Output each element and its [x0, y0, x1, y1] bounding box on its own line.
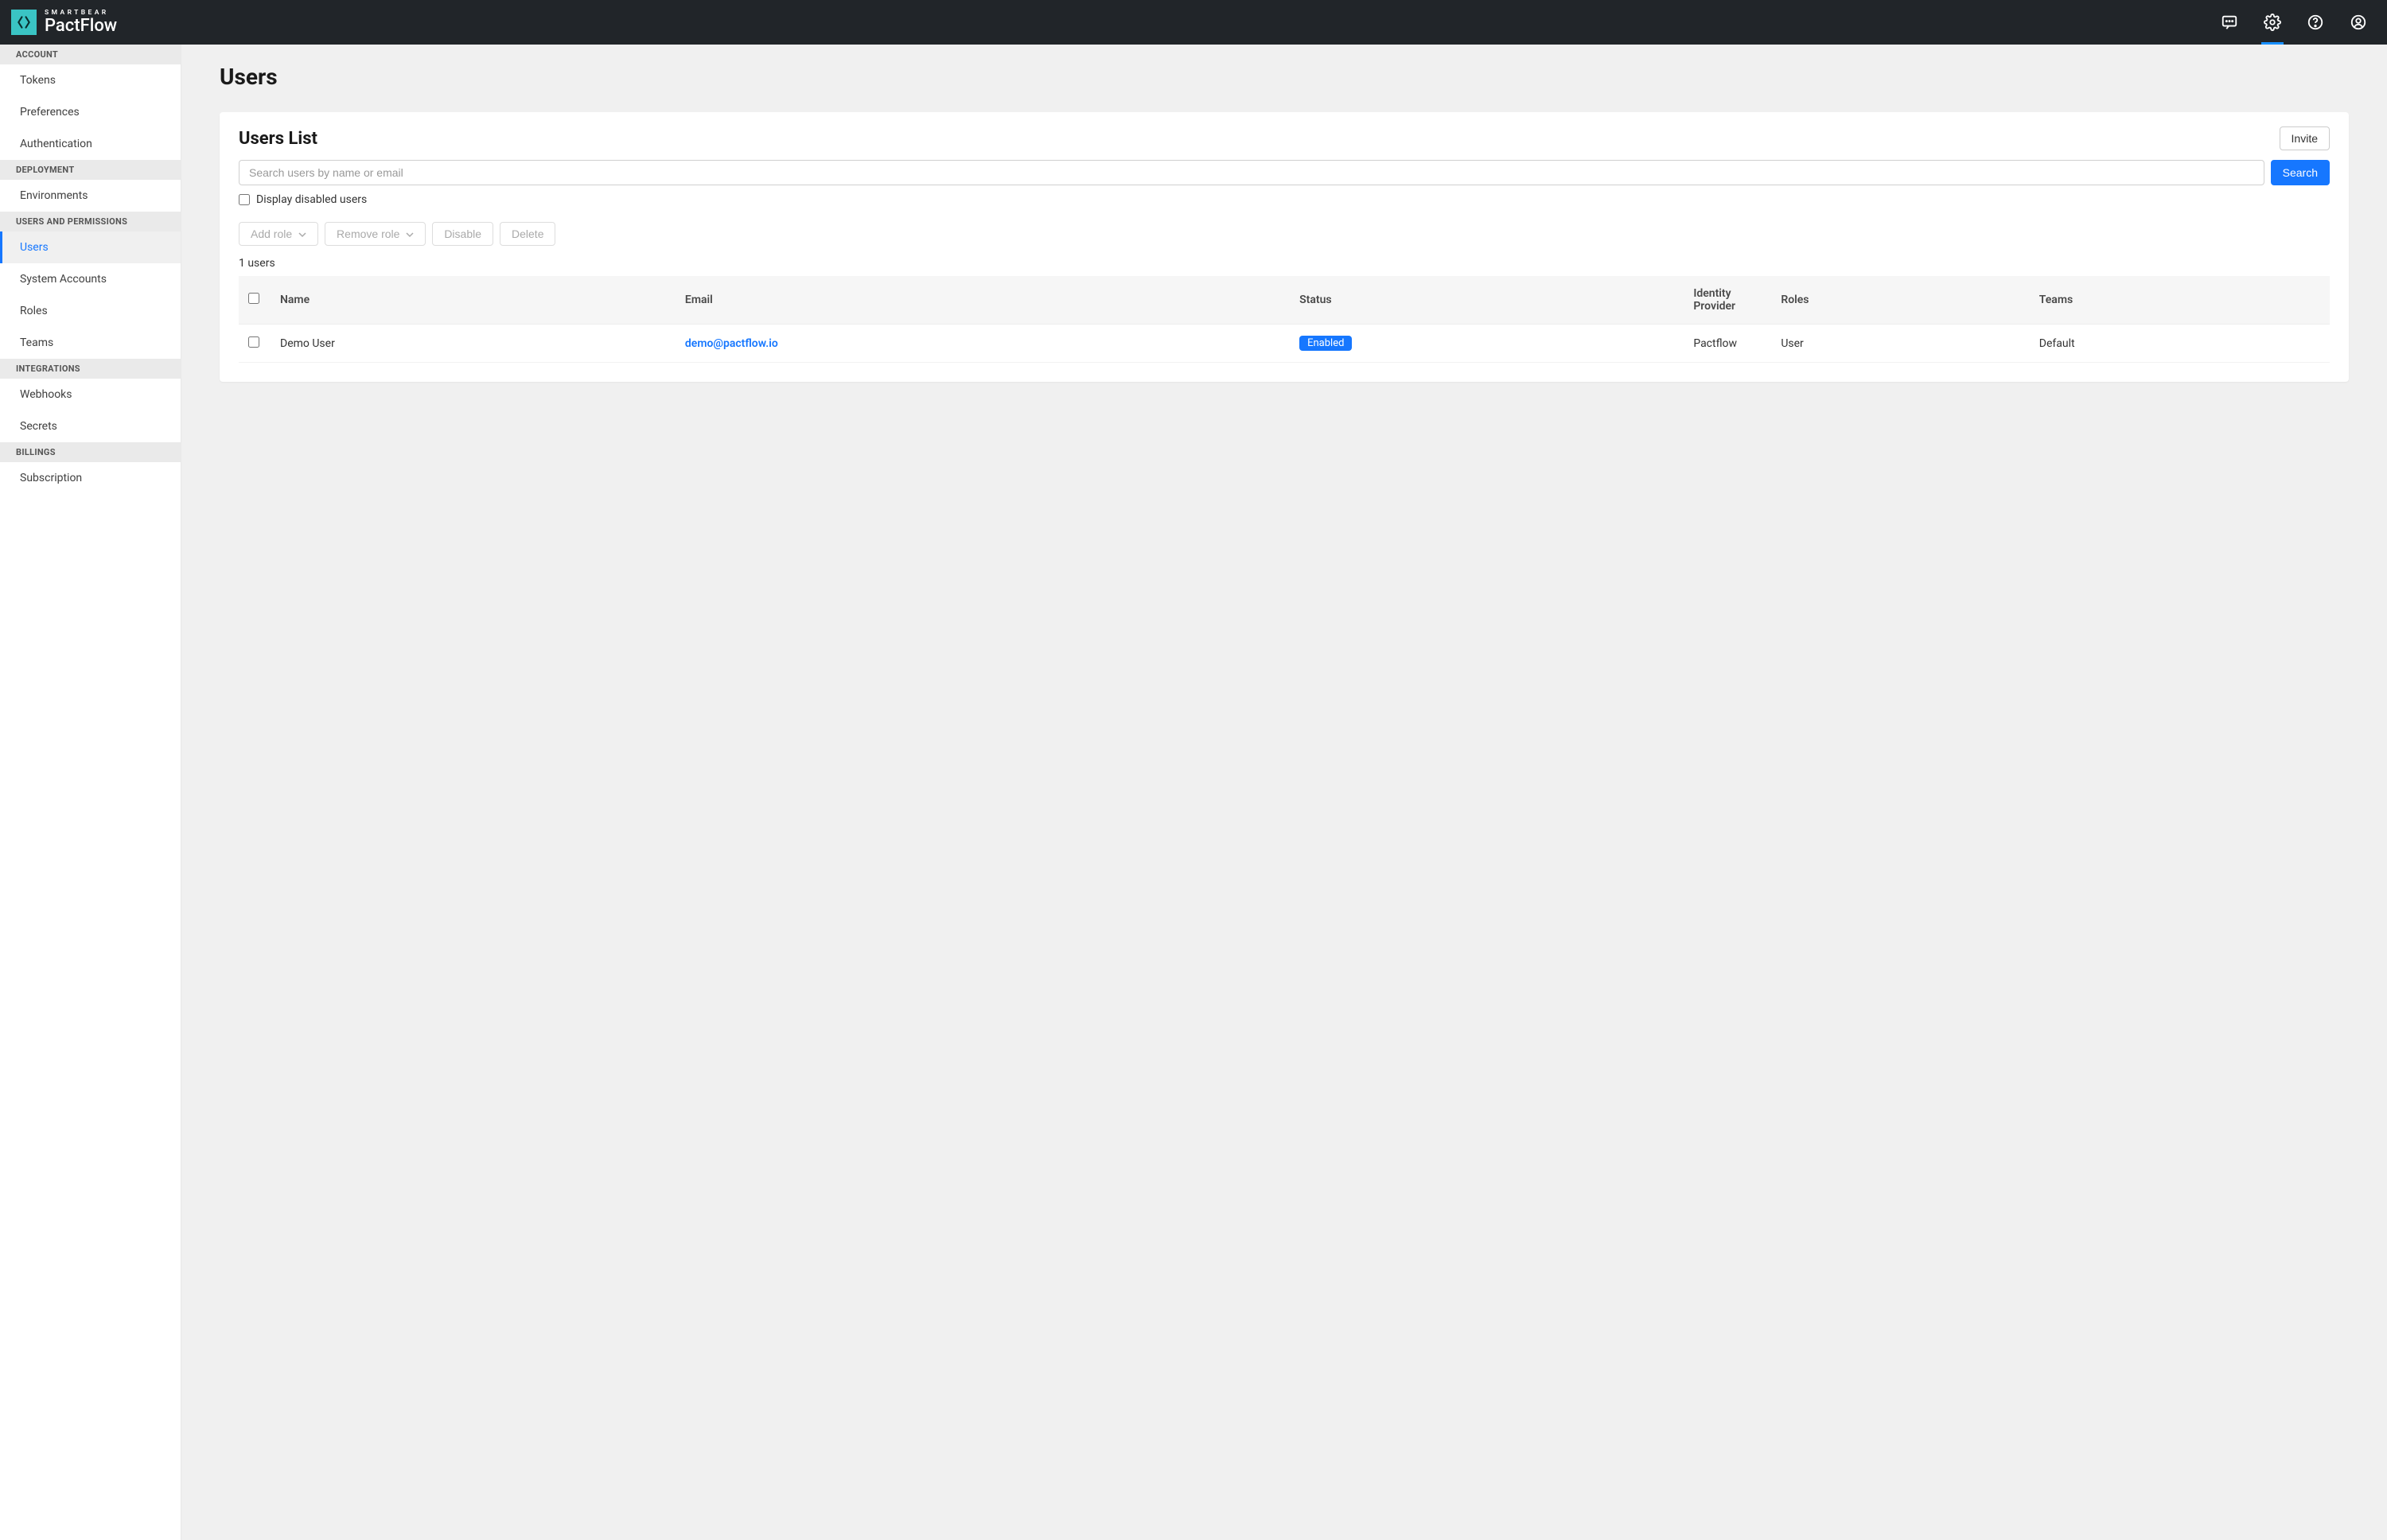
col-roles: Roles — [1771, 276, 2029, 325]
cell-name: Demo User — [271, 325, 676, 363]
logo-icon — [11, 10, 37, 35]
search-button[interactable]: Search — [2271, 160, 2330, 185]
invite-button[interactable]: Invite — [2280, 126, 2330, 150]
remove-role-label: Remove role — [337, 228, 399, 240]
col-email: Email — [676, 276, 1290, 325]
display-disabled-label: Display disabled users — [256, 193, 367, 206]
sidebar-item-webhooks[interactable]: Webhooks — [0, 379, 181, 410]
sidebar-section-label: INTEGRATIONS — [0, 359, 181, 379]
col-name: Name — [271, 276, 676, 325]
sidebar-item-subscription[interactable]: Subscription — [0, 462, 181, 494]
account-icon[interactable] — [2341, 0, 2376, 45]
cell-roles: User — [1771, 325, 2029, 363]
select-all-checkbox[interactable] — [248, 293, 259, 304]
logo[interactable]: SMARTBEAR PactFlow — [11, 10, 117, 36]
col-teams: Teams — [2030, 276, 2330, 325]
sidebar-item-teams[interactable]: Teams — [0, 327, 181, 359]
col-status: Status — [1290, 276, 1684, 325]
settings-icon[interactable] — [2255, 0, 2290, 45]
sidebar-item-preferences[interactable]: Preferences — [0, 96, 181, 128]
cell-idp: Pactflow — [1684, 325, 1771, 363]
user-count: 1 users — [239, 257, 2330, 270]
sidebar: ACCOUNTTokensPreferencesAuthenticationDE… — [0, 45, 181, 1540]
sidebar-item-users[interactable]: Users — [0, 231, 181, 263]
page-title: Users — [220, 64, 2349, 90]
sidebar-section-label: USERS AND PERMISSIONS — [0, 212, 181, 231]
status-badge: Enabled — [1299, 336, 1352, 351]
chat-icon[interactable] — [2212, 0, 2247, 45]
sidebar-section-label: ACCOUNT — [0, 45, 181, 64]
chevron-down-icon — [298, 228, 306, 240]
cell-teams: Default — [2030, 325, 2330, 363]
delete-button[interactable]: Delete — [500, 222, 555, 246]
add-role-button[interactable]: Add role — [239, 222, 318, 246]
topbar-actions — [2212, 0, 2376, 45]
col-idp: Identity Provider — [1684, 276, 1771, 325]
brand-big: PactFlow — [45, 18, 117, 35]
sidebar-item-tokens[interactable]: Tokens — [0, 64, 181, 96]
add-role-label: Add role — [251, 228, 292, 240]
sidebar-section-label: BILLINGS — [0, 442, 181, 462]
sidebar-section-label: DEPLOYMENT — [0, 160, 181, 180]
card-title: Users List — [239, 129, 317, 149]
sidebar-item-environments[interactable]: Environments — [0, 180, 181, 212]
brand-small: SMARTBEAR — [45, 10, 117, 17]
row-checkbox[interactable] — [248, 336, 259, 348]
users-table: Name Email Status Identity Provider Role… — [239, 276, 2330, 363]
table-header-row: Name Email Status Identity Provider Role… — [239, 276, 2330, 325]
disable-button[interactable]: Disable — [432, 222, 493, 246]
logo-text: SMARTBEAR PactFlow — [45, 10, 117, 36]
topbar: SMARTBEAR PactFlow — [0, 0, 2387, 45]
sidebar-item-system-accounts[interactable]: System Accounts — [0, 263, 181, 295]
sidebar-item-roles[interactable]: Roles — [0, 295, 181, 327]
display-disabled-row[interactable]: Display disabled users — [239, 193, 2330, 206]
display-disabled-checkbox[interactable] — [239, 194, 250, 205]
main-content: Users Users List Invite Search Display d… — [181, 45, 2387, 1540]
search-input[interactable] — [239, 160, 2264, 185]
help-icon[interactable] — [2298, 0, 2333, 45]
sidebar-item-secrets[interactable]: Secrets — [0, 410, 181, 442]
remove-role-button[interactable]: Remove role — [325, 222, 426, 246]
sidebar-item-authentication[interactable]: Authentication — [0, 128, 181, 160]
users-card: Users List Invite Search Display disable… — [220, 112, 2349, 382]
table-row: Demo User demo@pactflow.io Enabled Pactflow… — [239, 325, 2330, 363]
cell-email[interactable]: demo@pactflow.io — [685, 337, 778, 350]
chevron-down-icon — [406, 228, 414, 240]
